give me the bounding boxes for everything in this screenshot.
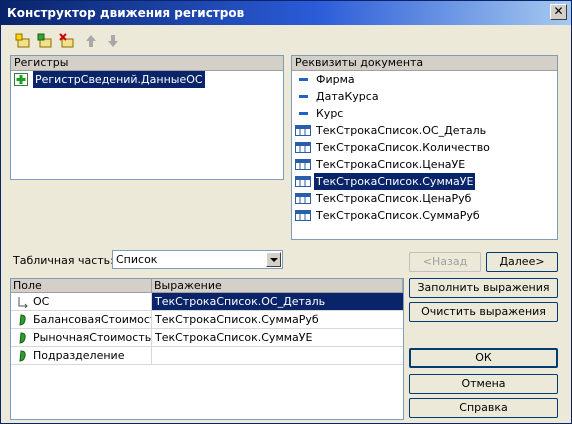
field-cell[interactable]: РыночнаяСтоимость bbox=[11, 329, 152, 346]
attribute-item[interactable]: ТекСтрокаСписок.ЦенаРуб bbox=[292, 190, 557, 207]
expression-cell[interactable]: ТекСтрокаСписок.СуммаУЕ bbox=[152, 329, 403, 346]
attribute-item-label: ТекСтрокаСписок.ЦенаРуб bbox=[316, 192, 472, 205]
next-button[interactable]: Далее> bbox=[486, 252, 558, 272]
add-register-green-icon[interactable] bbox=[37, 33, 53, 49]
cancel-button[interactable]: Отмена bbox=[409, 374, 558, 394]
register-item[interactable]: РегистрСведений.ДанныеОС bbox=[11, 71, 283, 88]
registers-header: Регистры bbox=[11, 56, 283, 71]
field-cell[interactable]: ОС bbox=[11, 293, 152, 310]
table-column-icon bbox=[295, 192, 311, 205]
attribute-item[interactable]: ТекСтрокаСписок.СуммаРуб bbox=[292, 207, 557, 224]
attribute-item-label: ТекСтрокаСписок.ОС_Деталь bbox=[316, 124, 487, 137]
close-button[interactable]: ✕ bbox=[550, 4, 567, 20]
attribute-icon bbox=[295, 107, 311, 120]
grid-row[interactable]: Подразделение bbox=[11, 347, 403, 365]
attribute-icon bbox=[295, 73, 311, 86]
tabular-select-value: Список bbox=[116, 253, 158, 266]
registers-panel: Регистры РегистрСведений.ДанныеОС bbox=[10, 55, 284, 180]
delete-register-icon[interactable] bbox=[59, 33, 75, 49]
resource-icon bbox=[17, 332, 29, 344]
field-cell[interactable]: БалансоваяСтоимость bbox=[11, 311, 152, 328]
attribute-item-label: ТекСтрокаСписок.ЦенаУЕ bbox=[316, 158, 466, 171]
grid-row[interactable]: РыночнаяСтоимость ТекСтрокаСписок.СуммаУЕ bbox=[11, 329, 403, 347]
back-button[interactable]: <Назад bbox=[409, 252, 481, 272]
attribute-icon bbox=[295, 90, 311, 103]
table-column-icon bbox=[295, 209, 311, 222]
table-column-icon bbox=[295, 158, 311, 171]
tabular-label: Табличная часть: bbox=[13, 254, 114, 267]
table-column-icon bbox=[295, 124, 311, 137]
grid-row[interactable]: ОС ТекСтрокаСписок.ОС_Деталь bbox=[11, 293, 403, 311]
field-cell[interactable]: Подразделение bbox=[11, 347, 152, 364]
attribute-item[interactable]: Фирма bbox=[292, 71, 557, 88]
chevron-down-icon[interactable] bbox=[266, 252, 281, 267]
help-button[interactable]: Справка bbox=[409, 398, 558, 418]
tabular-select[interactable]: Список bbox=[112, 250, 283, 269]
attribute-item[interactable]: ТекСтрокаСписок.Количество bbox=[292, 139, 557, 156]
table-column-icon bbox=[295, 141, 311, 154]
grid-row[interactable]: БалансоваяСтоимость ТекСтрокаСписок.Сумма… bbox=[11, 311, 403, 329]
attribute-item-label: Фирма bbox=[316, 73, 355, 86]
attribute-item[interactable]: ДатаКурса bbox=[292, 88, 557, 105]
attribute-item-label: ТекСтрокаСписок.Количество bbox=[316, 141, 490, 154]
attribute-item-label: Курс bbox=[316, 107, 344, 120]
move-down-icon[interactable] bbox=[105, 33, 121, 49]
register-item-label: РегистрСведений.ДанныеОС bbox=[33, 71, 205, 88]
fields-grid: Поле Выражение ОС ТекСтрокаСписок.ОС_Дета… bbox=[10, 278, 404, 420]
dimension-icon bbox=[17, 296, 29, 309]
table-column-icon bbox=[295, 175, 311, 188]
ok-button[interactable]: ОК bbox=[409, 348, 558, 368]
expression-cell[interactable]: ТекСтрокаСписок.СуммаРуб bbox=[152, 311, 403, 328]
attribute-item[interactable]: ТекСтрокаСписок.ЦенаУЕ bbox=[292, 156, 557, 173]
clear-expressions-button[interactable]: Очистить выражения bbox=[409, 302, 558, 322]
attributes-panel: Реквизиты документа Фирма ДатаКурса Курс Те… bbox=[291, 55, 558, 240]
fill-expressions-button[interactable]: Заполнить выражения bbox=[409, 278, 558, 298]
attribute-item[interactable]: Курс bbox=[292, 105, 557, 122]
attribute-item[interactable]: ТекСтрокаСписок.СуммаУЕ bbox=[292, 173, 557, 190]
title-bar[interactable]: Конструктор движения регистров ✕ bbox=[1, 1, 571, 25]
attribute-item[interactable]: ТекСтрокаСписок.ОС_Деталь bbox=[292, 122, 557, 139]
attributes-header: Реквизиты документа bbox=[292, 56, 557, 71]
resource-icon bbox=[17, 314, 29, 326]
expression-cell[interactable]: ТекСтрокаСписок.ОС_Деталь bbox=[152, 293, 403, 310]
attribute-item-label: ДатаКурса bbox=[316, 90, 379, 103]
plus-icon bbox=[14, 73, 30, 86]
attribute-item-label: ТекСтрокаСписок.СуммаУЕ bbox=[314, 173, 476, 190]
add-register-icon[interactable] bbox=[15, 33, 31, 49]
attribute-item-label: ТекСтрокаСписок.СуммаРуб bbox=[316, 209, 480, 222]
expression-cell[interactable] bbox=[152, 347, 403, 364]
register-movement-dialog: Конструктор движения регистров ✕ Регистр… bbox=[0, 0, 572, 424]
column-header-expression[interactable]: Выражение bbox=[152, 279, 403, 293]
window-title: Конструктор движения регистров bbox=[7, 6, 245, 20]
column-header-field[interactable]: Поле bbox=[11, 279, 152, 293]
resource-icon bbox=[17, 350, 29, 362]
move-up-icon[interactable] bbox=[83, 33, 99, 49]
attributes-list: Фирма ДатаКурса Курс ТекСтрокаСписок.ОС_Дет… bbox=[292, 71, 557, 224]
